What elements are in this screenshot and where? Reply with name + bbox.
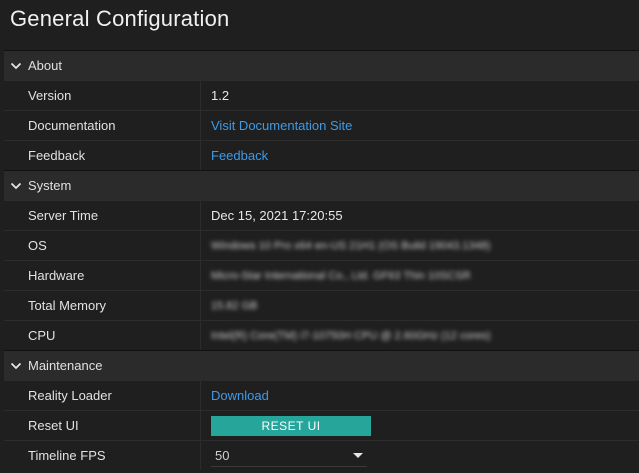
- setting-row-os: OS Windows 10 Pro x64 en-US 21H1 (OS Bui…: [4, 230, 639, 260]
- section-header-system[interactable]: System: [4, 170, 639, 200]
- cpu-value: Intel(R) Core(TM) i7-10750H CPU @ 2.60GH…: [211, 329, 491, 342]
- setting-label: Timeline FPS: [28, 448, 106, 463]
- chevron-down-icon: [10, 362, 22, 369]
- setting-label: Hardware: [28, 268, 85, 283]
- setting-label: Feedback: [28, 148, 86, 163]
- timeline-fps-select[interactable]: 50: [211, 445, 367, 467]
- setting-row-feedback: Feedback Feedback: [4, 140, 639, 170]
- setting-row-total-memory: Total Memory 15.82 GB: [4, 290, 639, 320]
- os-value: Windows 10 Pro x64 en-US 21H1 (OS Build …: [211, 239, 491, 252]
- setting-row-timeline-fps: Timeline FPS 50: [4, 440, 639, 470]
- setting-label: Reset UI: [28, 418, 79, 433]
- setting-row-reset-ui: Reset UI RESET UI: [4, 410, 639, 440]
- setting-row-version: Version 1.2: [4, 80, 639, 110]
- section-header-maintenance[interactable]: Maintenance: [4, 350, 639, 380]
- timeline-fps-value: 50: [215, 447, 230, 463]
- page-title: General Configuration: [10, 6, 230, 31]
- feedback-link[interactable]: Feedback: [211, 148, 268, 163]
- setting-label: Server Time: [28, 208, 99, 223]
- setting-row-cpu: CPU Intel(R) Core(TM) i7-10750H CPU @ 2.…: [4, 320, 639, 350]
- section-title: About: [28, 58, 62, 73]
- server-time-value: Dec 15, 2021 17:20:55: [200, 201, 639, 230]
- setting-label: Total Memory: [28, 298, 107, 313]
- setting-row-documentation: Documentation Visit Documentation Site: [4, 110, 639, 140]
- documentation-link[interactable]: Visit Documentation Site: [211, 118, 352, 133]
- reset-ui-button[interactable]: RESET UI: [211, 415, 371, 436]
- setting-label: CPU: [28, 328, 56, 343]
- setting-label: Version: [28, 88, 72, 103]
- section-header-about[interactable]: About: [4, 50, 639, 80]
- section-title: Maintenance: [28, 358, 103, 373]
- total-memory-value: 15.82 GB: [211, 299, 258, 312]
- setting-label: Reality Loader: [28, 388, 112, 403]
- settings-panel: About Version 1.2 Documentation Visit Do…: [4, 50, 639, 470]
- setting-row-reality-loader: Reality Loader Download: [4, 380, 639, 410]
- setting-row-server-time: Server Time Dec 15, 2021 17:20:55: [4, 200, 639, 230]
- version-value: 1.2: [200, 81, 639, 110]
- download-link[interactable]: Download: [211, 388, 269, 403]
- setting-label: OS: [28, 238, 47, 253]
- chevron-down-icon: [10, 62, 22, 69]
- setting-label: Documentation: [28, 118, 116, 133]
- caret-down-icon: [353, 452, 363, 458]
- setting-row-hardware: Hardware Micro-Star International Co., L…: [4, 260, 639, 290]
- hardware-value: Micro-Star International Co., Ltd. GF63 …: [211, 269, 471, 282]
- chevron-down-icon: [10, 182, 22, 189]
- section-title: System: [28, 178, 72, 193]
